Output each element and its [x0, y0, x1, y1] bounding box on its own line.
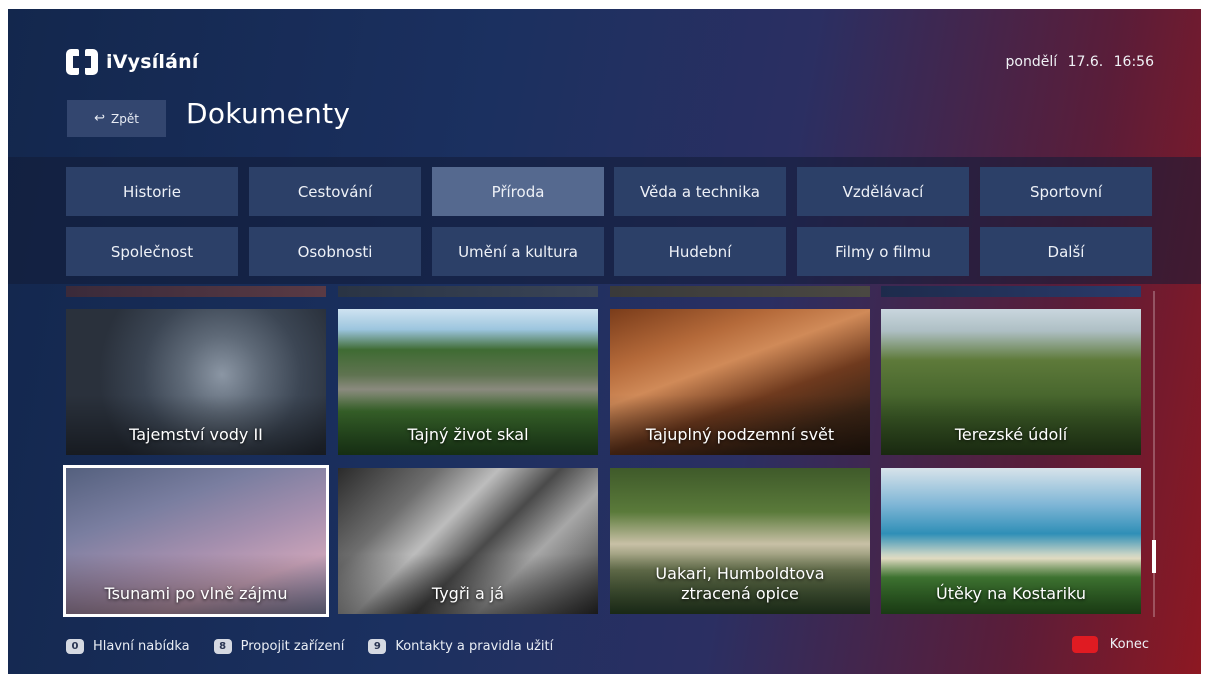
program-card[interactable]: Tajný život skal [338, 309, 598, 455]
page-title: Dokumenty [186, 97, 351, 130]
category-button[interactable]: Věda a technika [614, 167, 786, 216]
back-button-label: Zpět [110, 111, 139, 126]
program-card[interactable]: Tajemství vody II [66, 309, 326, 455]
category-button[interactable]: Společnost [66, 227, 238, 276]
previous-row-thumb [610, 286, 870, 297]
category-button[interactable]: Příroda [432, 167, 604, 216]
program-card[interactable]: Tsunami po vlně zájmu [63, 465, 329, 617]
ivysilani-logo: iVysílání [66, 49, 199, 75]
back-arrow-icon: ↩ [94, 111, 105, 126]
category-button[interactable]: Filmy o filmu [797, 227, 969, 276]
ct-logo-icon [66, 49, 98, 75]
program-card[interactable]: Tajuplný podzemní svět [610, 309, 870, 455]
previous-row-thumb [881, 286, 1141, 297]
category-button[interactable]: Osobnosti [249, 227, 421, 276]
category-button[interactable]: Další [980, 227, 1152, 276]
footer-hint[interactable]: 9 Kontakty a pravidla užití [368, 638, 554, 654]
program-title: Útěky na Kostariku [936, 584, 1086, 603]
footer-hint-label: Kontakty a pravidla užití [395, 638, 554, 654]
program-title: Tajný život skal [407, 425, 529, 444]
program-card[interactable]: Uakari, Humboldtova ztracená opice [610, 468, 870, 614]
red-key-icon [1071, 636, 1098, 653]
exit-button[interactable]: Konec [1071, 636, 1149, 653]
previous-row-thumb [338, 286, 598, 297]
datetime: pondělí 17.6. 16:56 [1005, 54, 1154, 70]
program-card[interactable]: Útěky na Kostariku [881, 468, 1141, 614]
program-title: Uakari, Humboldtova ztracená opice [655, 564, 825, 603]
footer-hint[interactable]: 8 Propojit zařízení [213, 638, 345, 654]
category-button[interactable]: Sportovní [980, 167, 1152, 216]
category-button[interactable]: Umění a kultura [432, 227, 604, 276]
brand-name: iVysílání [106, 51, 199, 73]
program-card[interactable]: Tygři a já [338, 468, 598, 614]
program-title: Tygři a já [431, 584, 505, 603]
program-title: Terezské údolí [954, 425, 1068, 444]
footer-hint[interactable]: 0 Hlavní nabídka [66, 638, 190, 654]
previous-row-thumb [66, 286, 326, 297]
number-key-icon: 0 [66, 638, 84, 654]
program-title: Tajuplný podzemní svět [645, 425, 835, 444]
footer-hints: 0 Hlavní nabídka 8 Propojit zařízení 9 Kontak… [66, 636, 577, 656]
program-title: Tajemství vody II [129, 425, 263, 444]
back-button[interactable]: ↩ Zpět [67, 100, 166, 137]
category-button[interactable]: Hudební [614, 227, 786, 276]
footer-hint-label: Propojit zařízení [240, 638, 345, 654]
scrollbar-thumb[interactable] [1152, 540, 1156, 573]
number-key-icon: 9 [368, 638, 387, 654]
footer-hint-label: Hlavní nabídka [93, 638, 190, 654]
program-card[interactable]: Terezské údolí [881, 309, 1141, 455]
category-button[interactable]: Cestování [249, 167, 421, 216]
category-button[interactable]: Historie [66, 167, 238, 216]
tv-screen: iVysílání ↩ Zpět Dokumenty pondělí 17.6.… [8, 9, 1201, 674]
program-title: Tsunami po vlně zájmu [104, 584, 288, 603]
number-key-icon: 8 [213, 638, 232, 654]
category-button[interactable]: Vzdělávací [797, 167, 969, 216]
exit-label: Konec [1109, 637, 1149, 652]
